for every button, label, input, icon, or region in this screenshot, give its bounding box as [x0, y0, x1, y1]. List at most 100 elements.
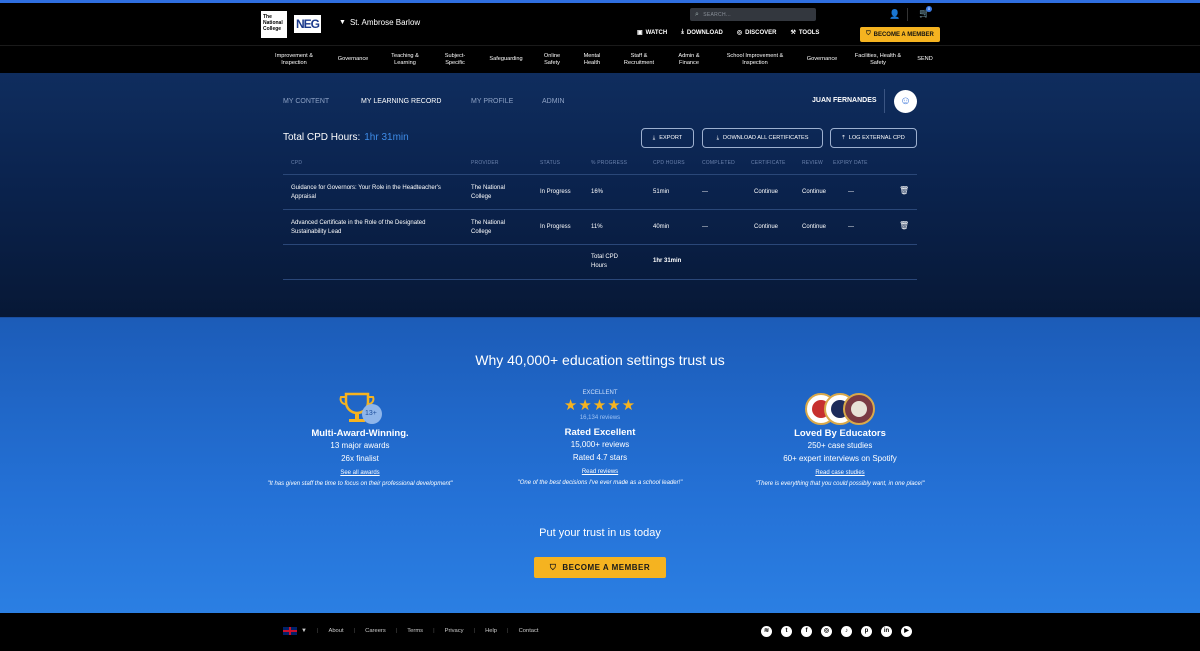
category-item[interactable]: Subject-Specific — [437, 53, 473, 67]
search-input[interactable]: ⌕ SEARCH... — [690, 8, 816, 21]
tab-admin[interactable]: ADMIN — [542, 98, 565, 105]
read-case-studies-link[interactable]: Read case studies — [740, 470, 940, 476]
site-footer: ▼ | About | Careers | Terms | Privacy | … — [0, 613, 1200, 651]
footer-link-about[interactable]: About — [328, 628, 343, 634]
expiry-date: — — [848, 224, 854, 230]
put-trust-heading: Put your trust in us today — [539, 527, 661, 539]
footer-link-terms[interactable]: Terms — [407, 628, 423, 634]
column-header[interactable]: REVIEW — [802, 160, 823, 166]
cpd-title-link[interactable]: Advanced Certificate in the Role of the … — [291, 219, 441, 237]
loved-line: 60+ expert interviews on Spotify — [783, 454, 897, 463]
tiktok-icon[interactable]: ♪ — [841, 626, 852, 637]
footer-link-careers[interactable]: Careers — [365, 628, 386, 634]
trash-icon[interactable]: 🗑 — [899, 186, 909, 195]
column-header[interactable]: CERTIFICATE — [751, 160, 786, 166]
column-header[interactable]: EXPIRY DATE — [833, 160, 868, 166]
footer-link-help[interactable]: Help — [485, 628, 497, 634]
certificate-continue-link[interactable]: Continue — [754, 223, 778, 232]
completed: — — [702, 189, 708, 195]
completed: — — [702, 224, 708, 230]
awards-column: 13+ Multi-Award-Winning. 13 major awards… — [260, 388, 460, 489]
category-item[interactable]: Teaching & Learning — [383, 53, 427, 67]
table-row: Guidance for Governors: Your Role in the… — [283, 175, 917, 210]
category-item[interactable]: Governance — [800, 56, 844, 63]
column-header[interactable]: STATUS — [540, 160, 560, 166]
caret-down-icon: ▼ — [339, 19, 346, 26]
column-header[interactable]: COMPLETED — [702, 160, 735, 166]
trust-section: Why 40,000+ education settings trust us … — [0, 317, 1200, 613]
nav-watch[interactable]: ▣ WATCH — [637, 29, 667, 37]
linkedin-icon[interactable]: in — [881, 626, 892, 637]
review-continue-link[interactable]: Continue — [802, 223, 826, 232]
school-selector[interactable]: ▼ St. Ambrose Barlow — [339, 18, 420, 27]
nav-tools[interactable]: ⚒ TOOLS — [790, 29, 819, 37]
table-total-row: Total CPD Hours 1hr 31min — [283, 245, 917, 280]
certificate-continue-link[interactable]: Continue — [754, 188, 778, 197]
category-item[interactable]: SEND — [912, 56, 938, 63]
instagram-icon[interactable]: ◎ — [821, 626, 832, 637]
column-header[interactable]: CPD HOURS — [653, 160, 685, 166]
reviews-count: 16,134 reviews — [579, 415, 621, 421]
column-header[interactable]: PROVIDER — [471, 160, 499, 166]
read-reviews-link[interactable]: Read reviews — [500, 469, 700, 475]
total-value: 1hr 31min — [653, 258, 682, 264]
pinterest-icon[interactable]: p — [861, 626, 872, 637]
rated-quote: "One of the best decisions I've ever mad… — [517, 480, 683, 486]
trash-icon[interactable]: 🗑 — [899, 221, 909, 230]
avatar[interactable]: ☺ — [894, 90, 917, 113]
trophy-icon: 13+ — [260, 388, 460, 428]
facebook-icon[interactable]: f — [801, 626, 812, 637]
loved-quote: "There is everything that you could poss… — [755, 481, 925, 487]
school-name: St. Ambrose Barlow — [349, 18, 421, 27]
youtube-icon[interactable]: ▶ — [901, 626, 912, 637]
total-cpd-hours: Total CPD Hours: 1hr 31min — [283, 132, 409, 143]
category-item[interactable]: Admin & Finance — [671, 53, 707, 67]
download-all-certificates-button[interactable]: ⤓ DOWNLOAD ALL CERTIFICATES — [702, 128, 823, 148]
review-continue-link[interactable]: Continue — [802, 188, 826, 197]
upload-icon: ⤒ — [842, 134, 845, 141]
footer-links: ▼ | About | Careers | Terms | Privacy | … — [283, 627, 539, 635]
footer-link-privacy[interactable]: Privacy — [445, 628, 464, 634]
compass-icon: ◎ — [736, 30, 743, 36]
twitter-icon[interactable]: t — [781, 626, 792, 637]
become-member-button-header[interactable]: ⛉ BECOME A MEMBER — [860, 27, 940, 42]
download-icon: ⤓ — [681, 29, 684, 35]
export-button[interactable]: ⤓ EXPORT — [641, 128, 694, 148]
column-header[interactable]: CPD — [291, 160, 302, 166]
national-college-logo[interactable]: The National College — [261, 11, 287, 38]
cpd-title-link[interactable]: Guidance for Governors: Your Role in the… — [291, 184, 441, 202]
category-item[interactable]: Governance — [330, 56, 376, 63]
shield-icon: ⛉ — [866, 31, 871, 37]
category-item[interactable]: Online Safety — [538, 53, 566, 67]
loved-column: Loved By Educators 250+ case studies 60+… — [740, 388, 940, 489]
category-item[interactable]: Safeguarding — [483, 56, 529, 63]
category-item[interactable]: School Improvement & Inspection — [718, 53, 792, 67]
spotify-icon[interactable]: ≋ — [761, 626, 772, 637]
site-header: The National College NEG ▼ St. Ambrose B… — [0, 3, 1200, 45]
column-header[interactable]: % PROGRESS — [591, 160, 627, 166]
tab-my-content[interactable]: MY CONTENT — [283, 98, 361, 105]
nav-download[interactable]: ⤓ DOWNLOAD — [681, 29, 723, 36]
tab-my-learning-record[interactable]: MY LEARNING RECORD — [361, 98, 471, 105]
see-all-awards-link[interactable]: See all awards — [260, 470, 460, 476]
cpd-table-header: CPD PROVIDER STATUS % PROGRESS CPD HOURS… — [283, 159, 917, 175]
caret-down-icon[interactable]: ▼ — [301, 628, 307, 634]
become-member-button[interactable]: ⛉ BECOME A MEMBER — [534, 557, 666, 578]
progress: 16% — [591, 189, 604, 195]
rated-column: EXCELLENT ★★★★★ 16,134 reviews Rated Exc… — [500, 390, 700, 488]
log-external-cpd-button[interactable]: ⤒ LOG EXTERNAL CPD — [830, 128, 917, 148]
neg-logo[interactable]: NEG — [294, 15, 321, 33]
category-item[interactable]: Mental Health — [576, 53, 608, 67]
user-icon[interactable]: 👤 — [889, 9, 900, 20]
category-item[interactable]: Staff & Recruitment — [617, 53, 661, 67]
loved-line: 250+ case studies — [807, 441, 873, 450]
uk-flag-icon[interactable] — [283, 627, 297, 635]
category-item[interactable]: Facilities, Health & Safety — [852, 53, 904, 67]
category-nav: Improvement & Inspection Governance Teac… — [0, 45, 1200, 73]
cpd-hours: 40min — [653, 224, 670, 230]
category-item[interactable]: Improvement & Inspection — [268, 53, 320, 67]
download-icon: ⤓ — [652, 134, 656, 141]
tab-my-profile[interactable]: MY PROFILE — [471, 98, 542, 105]
nav-discover[interactable]: ◎ DISCOVER — [736, 29, 777, 37]
footer-link-contact[interactable]: Contact — [519, 628, 539, 634]
